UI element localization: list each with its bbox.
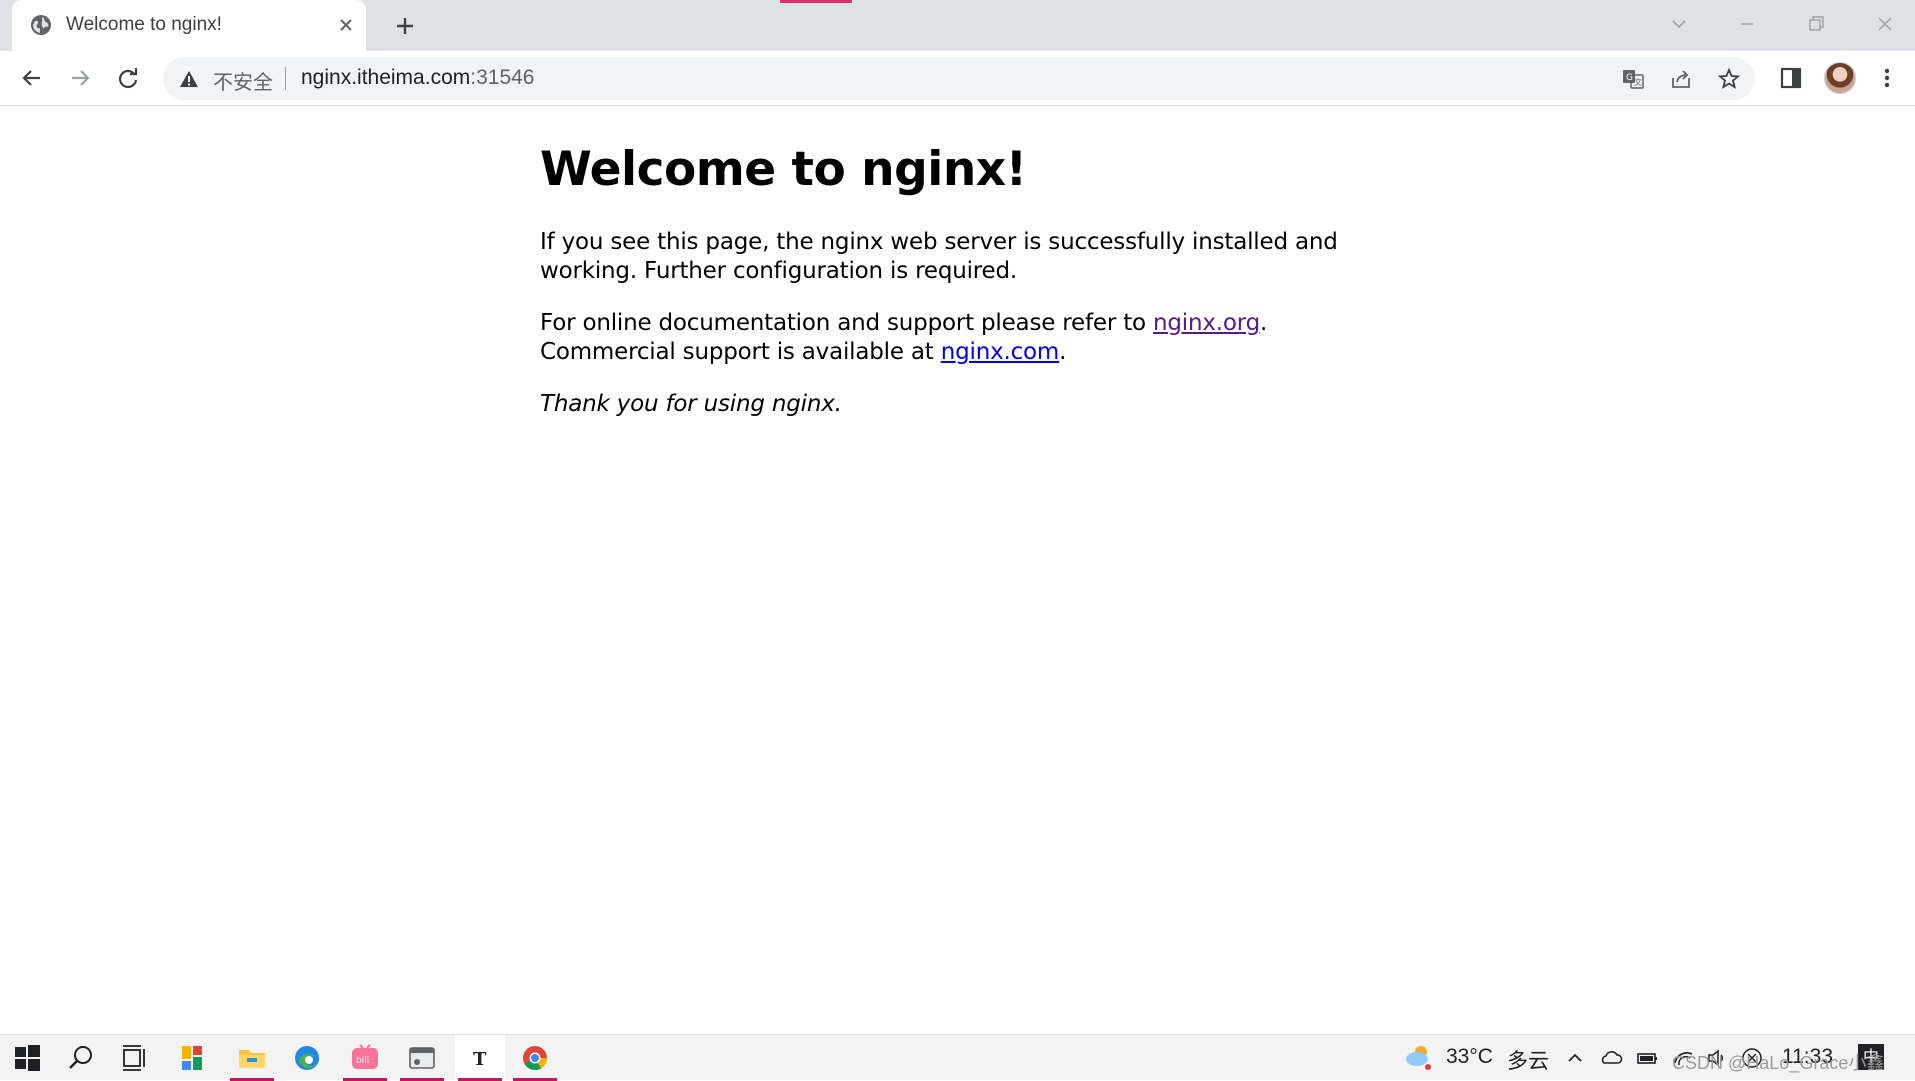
chevron-up-icon[interactable]	[1563, 1046, 1587, 1070]
windows-taskbar: bili T 33°C 多云 11:33 中 CSDN @HaLo_Grace小…	[0, 1034, 1915, 1081]
address-bar[interactable]: 不安全 nginx.itheima.com:31546 G 文	[163, 57, 1755, 100]
globe-icon	[31, 15, 51, 35]
tab-title: Welcome to nginx!	[66, 14, 222, 35]
commercial-period: .	[1059, 339, 1067, 365]
side-panel-icon[interactable]	[1776, 63, 1806, 93]
forward-arrow-icon[interactable]	[65, 63, 95, 93]
typora-icon: T	[473, 1049, 487, 1070]
battery-icon[interactable]	[1635, 1046, 1659, 1070]
close-tab-icon[interactable]	[335, 14, 357, 36]
window-app-icon	[409, 1047, 435, 1069]
bilibili-button[interactable]: bili	[343, 1035, 387, 1081]
profile-avatar[interactable]	[1824, 62, 1856, 94]
typora-button[interactable]: T	[455, 1035, 505, 1081]
file-explorer-button[interactable]	[230, 1035, 274, 1081]
weather-cloud-icon[interactable]	[1402, 1041, 1434, 1073]
restore-icon[interactable]	[1802, 10, 1830, 38]
widgets-icon[interactable]	[176, 1041, 210, 1075]
url-text[interactable]: nginx.itheima.com:31546	[301, 66, 534, 90]
new-tab-icon[interactable]	[390, 11, 420, 41]
url-port: :31546	[470, 66, 535, 89]
tab-strip: Welcome to nginx!	[0, 0, 1915, 51]
chrome-button[interactable]	[513, 1035, 557, 1081]
accent-line	[780, 0, 852, 3]
onedrive-cloud-icon[interactable]	[1599, 1046, 1623, 1070]
window-app-button[interactable]	[400, 1035, 444, 1081]
edge-icon[interactable]	[290, 1041, 324, 1075]
support-period: .	[1260, 310, 1268, 336]
svg-text:文: 文	[1634, 77, 1642, 87]
not-secure-warning-icon[interactable]	[178, 68, 200, 90]
watermark: CSDN @HaLo_Grace小鑫	[1672, 1053, 1885, 1073]
more-menu-icon[interactable]	[1872, 63, 1902, 93]
minimize-icon[interactable]	[1733, 10, 1761, 38]
bilibili-icon: bili	[352, 1044, 378, 1069]
intro-paragraph: If you see this page, the nginx web serv…	[540, 229, 1338, 284]
page-content: Welcome to nginx! If you see this page, …	[540, 140, 1360, 419]
weather-desc[interactable]: 多云	[1507, 1045, 1549, 1075]
close-window-icon[interactable]	[1871, 10, 1899, 38]
chrome-icon	[523, 1046, 547, 1071]
weather-temp[interactable]: 33°C	[1446, 1045, 1493, 1069]
translate-icon[interactable]: G 文	[1621, 67, 1645, 91]
browser-toolbar: 不安全 nginx.itheima.com:31546 G 文	[0, 51, 1915, 106]
thanks-paragraph: Thank you for using nginx.	[540, 390, 1360, 419]
back-arrow-icon[interactable]	[17, 63, 47, 93]
tab-active[interactable]: Welcome to nginx!	[12, 0, 366, 51]
reload-icon[interactable]	[113, 63, 143, 93]
svg-text:T: T	[473, 1049, 487, 1070]
tab-search-chevron-icon[interactable]	[1665, 10, 1693, 38]
security-label[interactable]: 不安全	[213, 66, 273, 95]
omnibox-divider	[285, 67, 286, 90]
svg-text:bili: bili	[356, 1056, 369, 1066]
search-icon[interactable]	[64, 1041, 98, 1075]
share-icon[interactable]	[1669, 67, 1693, 91]
nginx-com-link[interactable]: nginx.com	[941, 339, 1060, 365]
support-paragraph: For online documentation and support ple…	[540, 309, 1360, 367]
commercial-text: Commercial support is available at	[540, 339, 941, 365]
page-heading: Welcome to nginx!	[540, 142, 1027, 197]
bookmark-star-icon[interactable]	[1717, 67, 1741, 91]
file-explorer-icon	[239, 1050, 265, 1068]
nginx-org-link[interactable]: nginx.org	[1153, 310, 1260, 336]
svg-text:G: G	[1626, 73, 1633, 83]
support-text: For online documentation and support ple…	[540, 310, 1154, 336]
url-host: nginx.itheima.com	[301, 66, 471, 89]
start-icon[interactable]	[10, 1041, 44, 1075]
thanks-text: Thank you for using nginx.	[540, 391, 842, 417]
task-view-icon[interactable]	[118, 1041, 152, 1075]
